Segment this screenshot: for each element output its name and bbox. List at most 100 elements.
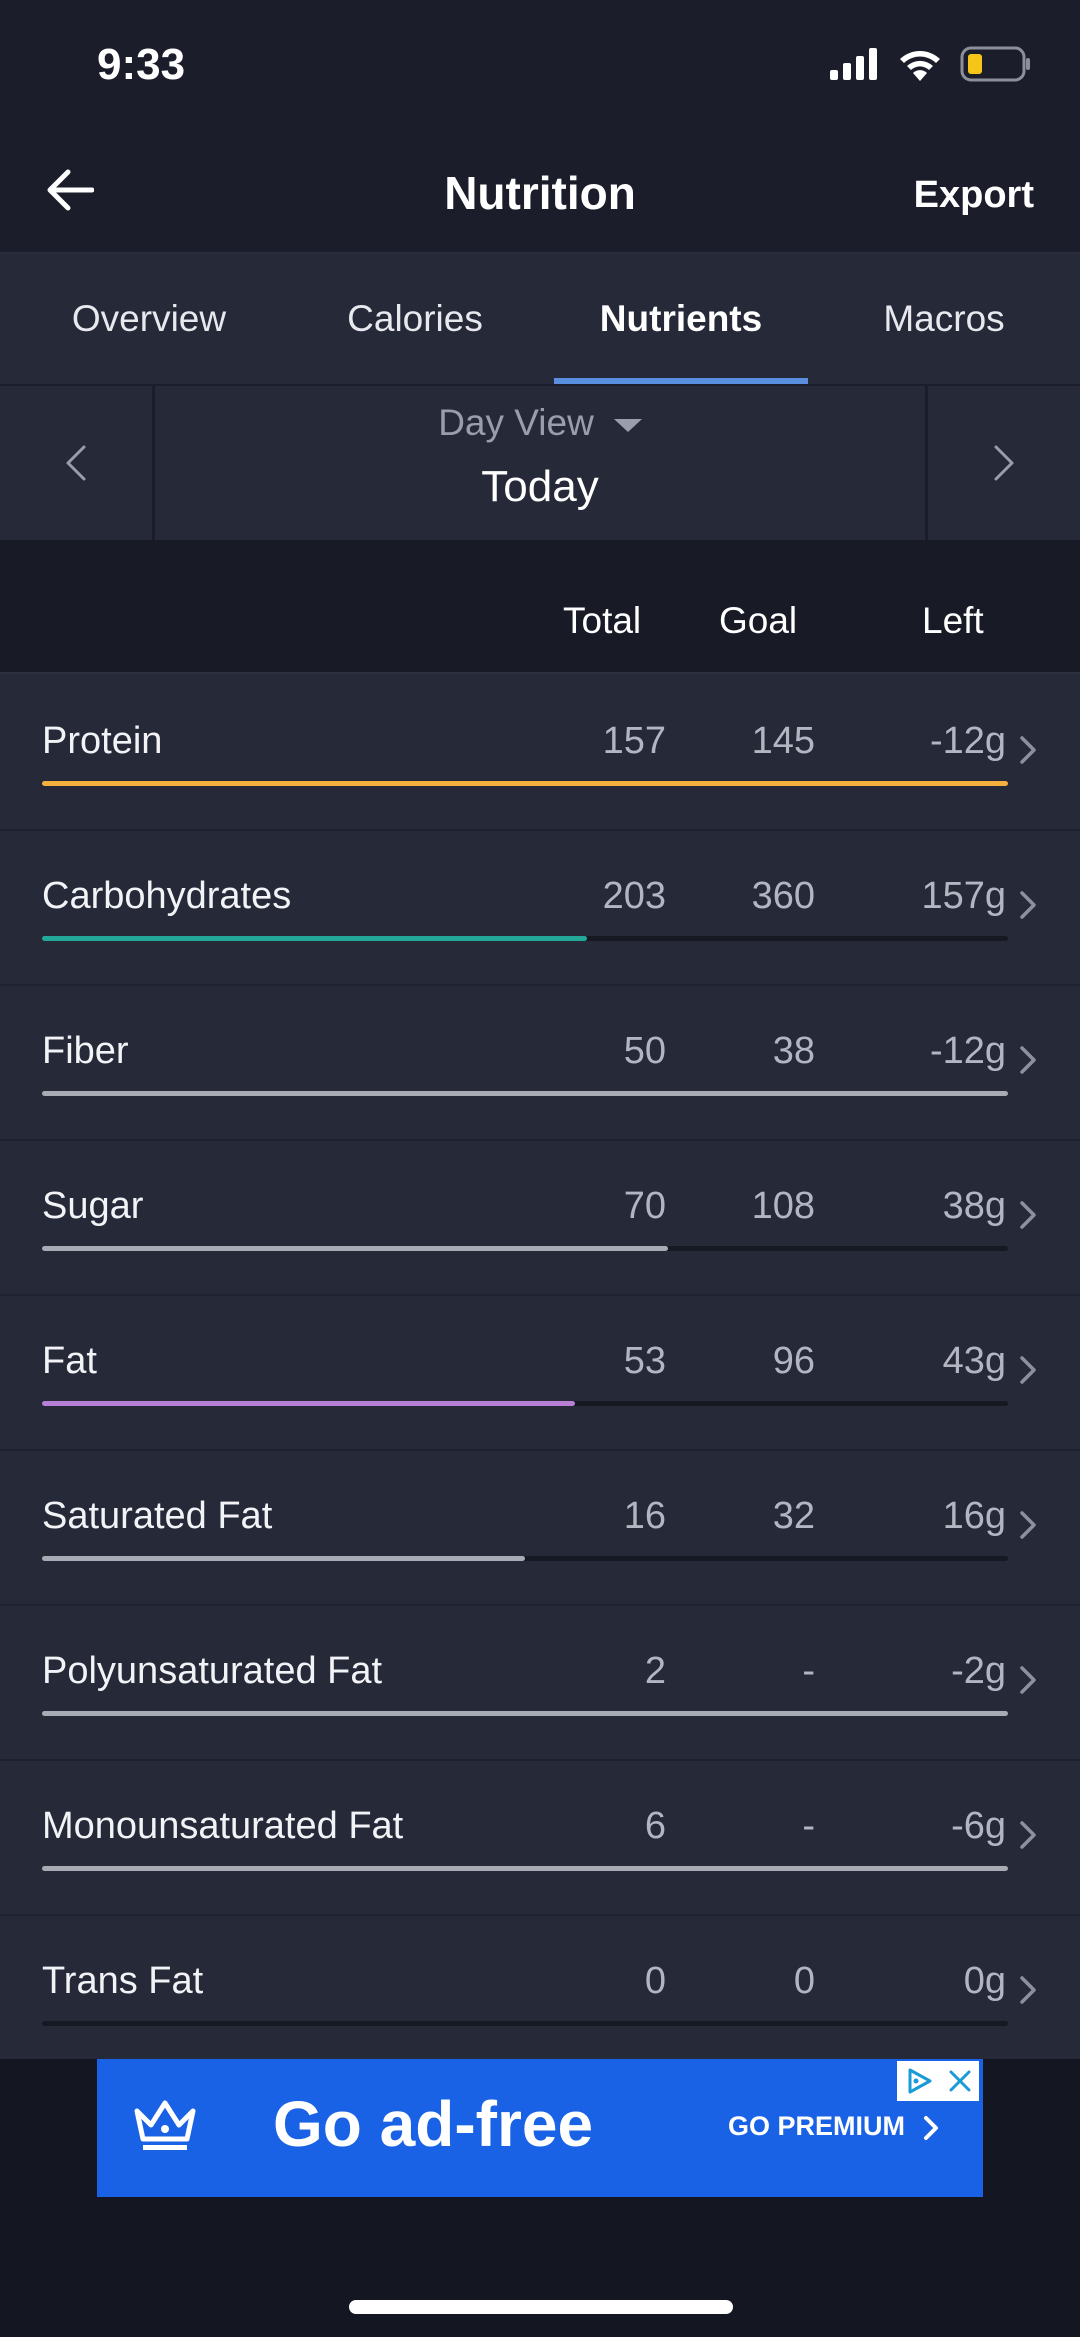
nutrient-row[interactable]: Saturated Fat 16 32 16g: [0, 1449, 1080, 1606]
crown-icon: [134, 2100, 196, 2150]
tab-macros[interactable]: Macros: [846, 254, 1042, 384]
tab-overview[interactable]: Overview: [28, 254, 270, 384]
nutrient-row[interactable]: Carbohydrates 203 360 157g: [0, 829, 1080, 986]
date-label: Today: [481, 462, 599, 511]
nutrient-left: 16g: [942, 1495, 1006, 1537]
progress-bar-track: [42, 1556, 1008, 1561]
nutrient-total: 53: [623, 1340, 666, 1382]
nutrient-name: Trans Fat: [42, 1960, 204, 2002]
progress-bar-track: [42, 781, 1008, 786]
chevron-left-icon: [66, 445, 86, 481]
nutrient-name: Saturated Fat: [42, 1495, 273, 1537]
next-day-button[interactable]: [925, 386, 1080, 540]
chevron-right-icon: [1020, 891, 1036, 919]
nutrient-goal: 38: [772, 1030, 815, 1072]
tab-bar: Overview Calories Nutrients Macros: [0, 254, 1080, 384]
column-total: Total: [563, 600, 642, 641]
view-mode-label: Day View: [438, 402, 594, 443]
ad-area: Go ad-free GO PREMIUM: [0, 2059, 1080, 2337]
chevron-right-icon: [1020, 1976, 1036, 2004]
nutrient-name: Carbohydrates: [42, 875, 292, 917]
nutrient-total: 70: [623, 1185, 666, 1227]
nutrient-name: Fat: [42, 1340, 97, 1382]
progress-bar-fill: [42, 1091, 1008, 1096]
nutrient-left: -12g: [929, 720, 1006, 762]
nutrient-row[interactable]: Protein 157 145 -12g: [0, 674, 1080, 831]
progress-bar-track: [42, 1091, 1008, 1096]
nutrient-left: -6g: [951, 1805, 1006, 1847]
nutrient-goal: 96: [772, 1340, 815, 1382]
nutrient-goal: 145: [751, 720, 815, 762]
nutrient-goal: 108: [751, 1185, 815, 1227]
nutrient-left: 0g: [963, 1960, 1006, 2002]
progress-bar-fill: [42, 1401, 576, 1406]
nutrient-name: Polyunsaturated Fat: [42, 1650, 383, 1692]
nutrient-row[interactable]: Trans Fat 0 0 0g: [0, 1914, 1080, 2071]
nutrient-row[interactable]: Sugar 70 108 38g: [0, 1139, 1080, 1296]
status-bar: 9:33: [0, 0, 1080, 130]
nutrient-row[interactable]: Fat 53 96 43g: [0, 1294, 1080, 1451]
nutrient-name: Monounsaturated Fat: [42, 1805, 404, 1847]
nutrient-goal: 360: [751, 875, 815, 917]
nutrient-name: Protein: [42, 720, 163, 762]
previous-day-button[interactable]: [0, 386, 155, 540]
chevron-right-icon: [1020, 1666, 1036, 1694]
progress-bar-track: [42, 1401, 1008, 1406]
nutrient-left: 157g: [921, 875, 1006, 917]
chevron-right-icon: [1020, 1511, 1036, 1539]
chevron-right-icon: [924, 2116, 938, 2140]
progress-bar-track: [42, 936, 1008, 941]
progress-bar-fill: [42, 1246, 668, 1251]
nutrient-row[interactable]: Monounsaturated Fat 6 - -6g: [0, 1759, 1080, 1916]
progress-bar-fill: [42, 1866, 1008, 1871]
progress-bar-track: [42, 1866, 1008, 1871]
ad-banner[interactable]: Go ad-free GO PREMIUM: [97, 2059, 983, 2197]
nutrient-row[interactable]: Fiber 50 38 -12g: [0, 984, 1080, 1141]
nutrient-total: 6: [644, 1805, 666, 1847]
nutrient-name: Sugar: [42, 1185, 144, 1227]
column-goal: Goal: [719, 600, 798, 641]
tab-calories[interactable]: Calories: [302, 254, 528, 384]
chevron-right-icon: [994, 445, 1014, 481]
close-icon[interactable]: [947, 2068, 973, 2094]
progress-bar-track: [42, 1711, 1008, 1716]
progress-bar-track: [42, 1246, 1008, 1251]
nutrient-row[interactable]: Polyunsaturated Fat 2 - -2g: [0, 1604, 1080, 1761]
nutrient-left: -12g: [929, 1030, 1006, 1072]
date-selector[interactable]: Day View Today: [155, 386, 925, 540]
nutrient-goal: -: [802, 1650, 815, 1692]
battery-icon: [960, 46, 1030, 82]
status-icons: [830, 46, 1032, 82]
nutrient-name: Fiber: [42, 1030, 129, 1072]
nutrient-total: 203: [602, 875, 666, 917]
progress-bar-fill: [42, 1711, 1008, 1716]
nutrient-left: 38g: [942, 1185, 1006, 1227]
date-navigator: Day View Today: [0, 386, 1080, 540]
wifi-icon: [900, 51, 940, 81]
nutrient-goal: 32: [772, 1495, 815, 1537]
nutrient-left: 43g: [942, 1340, 1006, 1382]
active-tab-indicator: [554, 378, 808, 384]
column-header: Total Goal Left: [0, 540, 1080, 674]
nav-bar: Nutrition Export: [0, 130, 1080, 254]
go-premium-link[interactable]: GO PREMIUM: [728, 2111, 905, 2142]
progress-bar-fill: [42, 936, 587, 941]
ad-choices-icon: [908, 2068, 931, 2094]
nutrient-list: Protein 157 145 -12g Carbohydrates 203 360 157g…: [0, 674, 1080, 2071]
ad-choices-badge[interactable]: [897, 2061, 979, 2101]
nutrient-total: 157: [602, 720, 666, 762]
nutrient-total: 2: [644, 1650, 666, 1692]
progress-bar-track: [42, 2021, 1008, 2026]
caret-down-icon: [613, 418, 642, 432]
export-button[interactable]: Export: [914, 174, 1034, 217]
chevron-right-icon: [1020, 1201, 1036, 1229]
progress-bar-fill: [42, 781, 1008, 786]
home-indicator: [349, 2300, 733, 2314]
chevron-right-icon: [1020, 1046, 1036, 1074]
ad-headline: Go ad-free: [273, 2088, 594, 2160]
nutrient-total: 16: [623, 1495, 666, 1537]
tab-nutrients[interactable]: Nutrients: [554, 254, 808, 384]
nutrient-goal: -: [802, 1805, 815, 1847]
column-left: Left: [922, 600, 984, 641]
view-mode-dropdown[interactable]: Day View: [155, 402, 925, 444]
